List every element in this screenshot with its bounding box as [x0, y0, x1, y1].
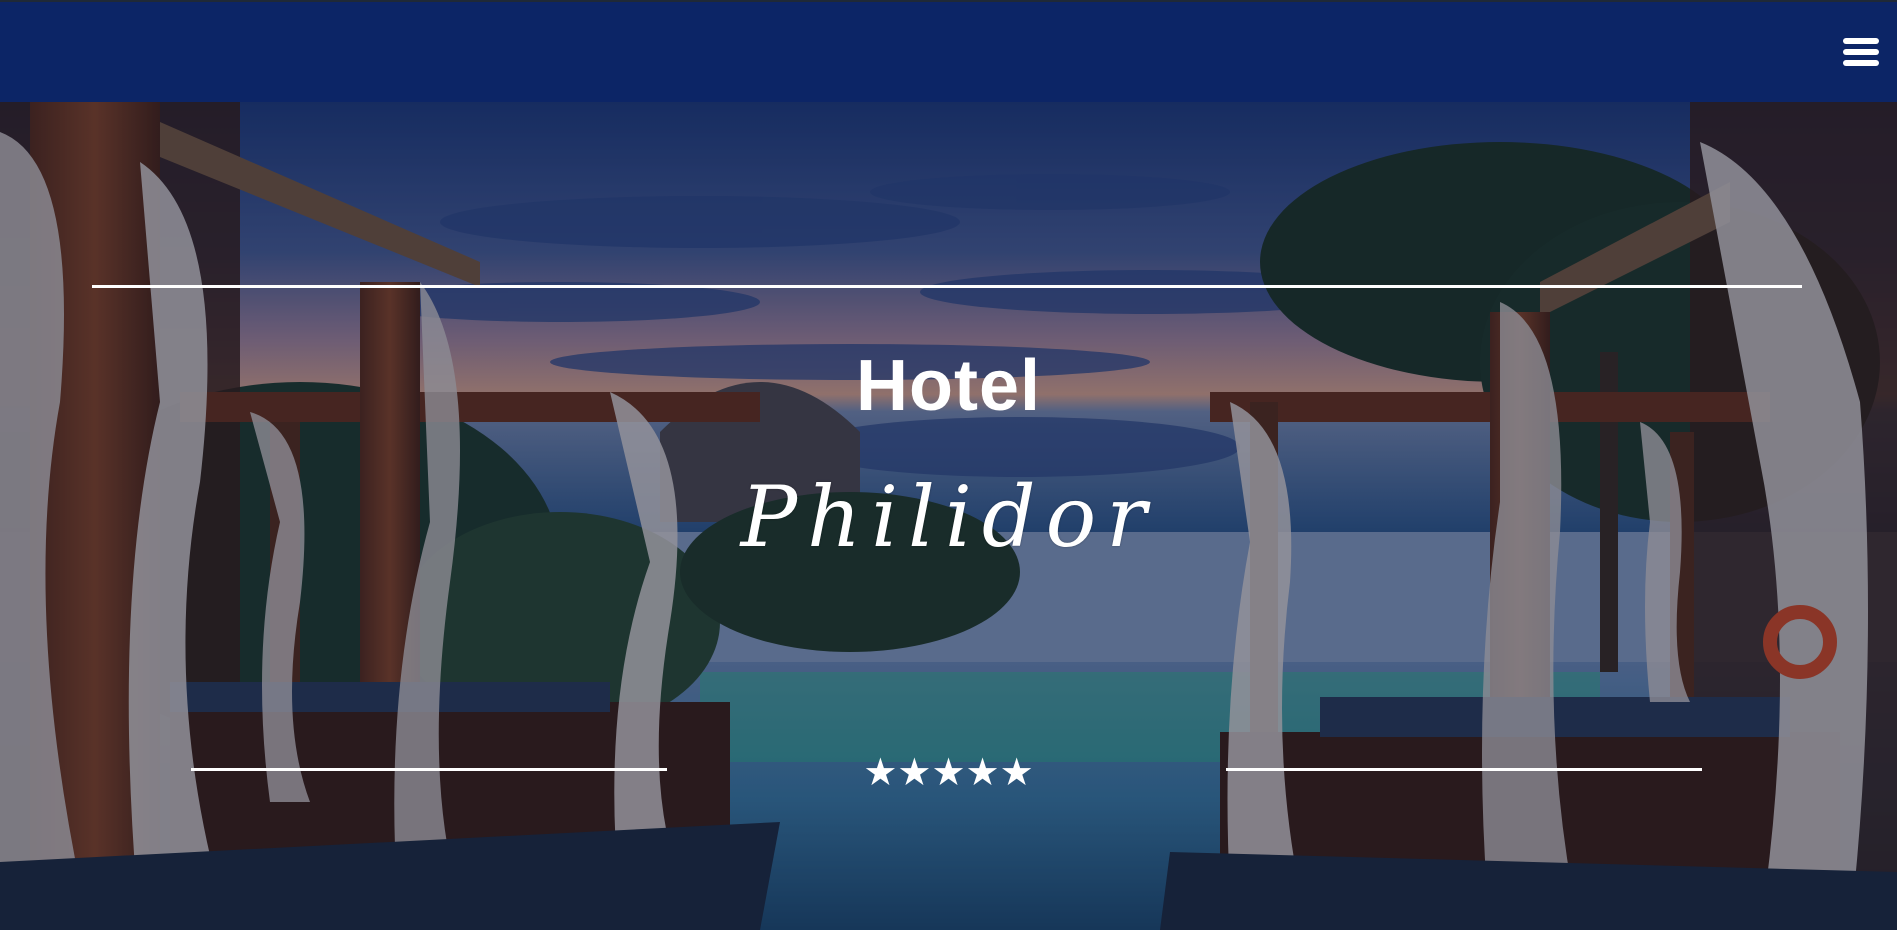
page: Hotel Philidor ★★★★★ — [0, 0, 1897, 930]
hotel-title: Hotel — [856, 346, 1041, 426]
hamburger-menu-icon[interactable] — [1843, 38, 1879, 68]
top-navigation-bar — [0, 0, 1897, 102]
star-rating: ★★★★★ — [863, 750, 1034, 794]
hotel-name: Philidor — [740, 468, 1157, 566]
divider-bottom-right — [1226, 768, 1702, 771]
divider-top — [92, 285, 1802, 288]
